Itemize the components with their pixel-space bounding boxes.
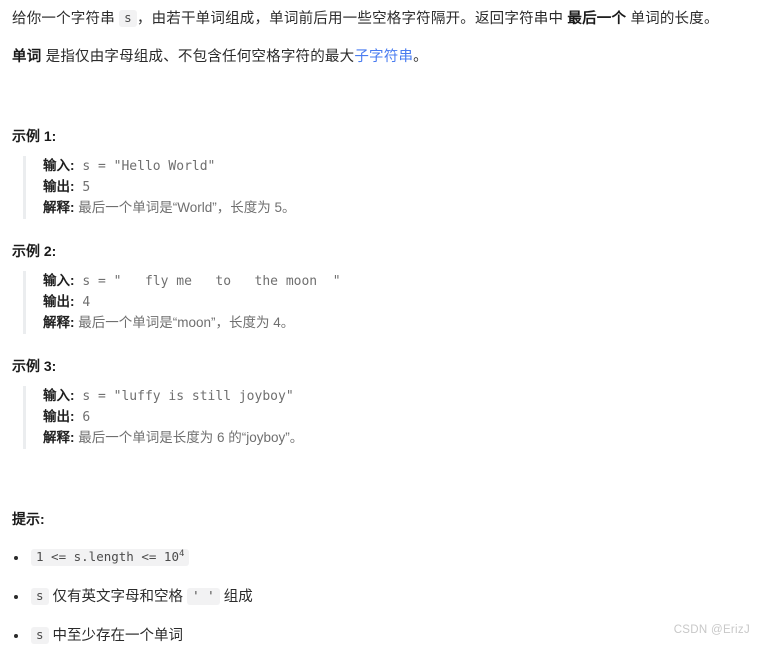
example-3-explain-label: 解释: [43, 430, 75, 445]
example-1-input-label: 输入: [43, 158, 75, 173]
desc-p1-suffix: 单词的长度。 [626, 11, 719, 27]
example-2-input-label: 输入: [43, 273, 75, 288]
description-paragraph-2: 单词 是指仅由字母组成、不包含任何空格字符的最大子字符串。 [12, 44, 748, 70]
problem-page: 给你一个字符串 s ，由若干单词组成，单词前后用一些空格字符隔开。返回字符串中 最… [0, 0, 760, 647]
example-1-block: 输入: s = "Hello World" 输出: 5 解释: 最后一个单词是“… [23, 156, 748, 219]
hint-2-text-end: 组成 [219, 589, 253, 605]
description-paragraph-1: 给你一个字符串 s ，由若干单词组成，单词前后用一些空格字符隔开。返回字符串中 最… [12, 6, 748, 32]
hint-3-code-s: s [31, 627, 49, 644]
example-3-output-value: 6 [74, 410, 91, 425]
example-1-explain-line: 解释: 最后一个单词是“World”，长度为 5。 [43, 198, 748, 219]
example-3-block: 输入: s = "luffy is still joyboy" 输出: 6 解释… [23, 386, 748, 449]
example-1-heading: 示例 1: [12, 128, 57, 144]
hint-item-2: s 仅有英文字母和空格 ' ' 组成 [12, 586, 748, 608]
example-3-input-value: s = "luffy is still joyboy" [74, 389, 294, 404]
example-1-output-line: 输出: 5 [43, 177, 748, 198]
example-2-heading: 示例 2: [12, 243, 57, 259]
desc-p1-bold: 最后一个 [567, 11, 627, 27]
example-1-output-value: 5 [74, 180, 91, 195]
example-2-output-line: 输出: 4 [43, 292, 748, 313]
desc-p2-middle: 是指仅由字母组成、不包含任何空格字符的最大 [41, 49, 355, 65]
hint-item-1: 1 <= s.length <= 104 [12, 547, 748, 569]
hints-heading: 提示: [12, 511, 45, 527]
hint-1-code-text: 1 <= s.length <= 10 [36, 549, 179, 564]
example-2-explain-label: 解释: [43, 315, 75, 330]
example-1-explain-label: 解释: [43, 200, 75, 215]
example-2-block: 输入: s = " fly me to the moon " 输出: 4 解释:… [23, 271, 748, 334]
example-1-explain-value: 最后一个单词是“World”，长度为 5。 [74, 200, 296, 215]
desc-p1-prefix: 给你一个字符串 [12, 11, 120, 27]
example-2-input-value: s = " fly me to the moon " [74, 274, 341, 289]
example-2-explain-line: 解释: 最后一个单词是“moon”，长度为 4。 [43, 313, 748, 334]
example-2-output-label: 输出: [43, 294, 75, 309]
hint-item-3: s 中至少存在一个单词 [12, 625, 748, 647]
hint-1-code-sup: 4 [179, 548, 185, 559]
inline-code-s: s [119, 10, 137, 27]
hints-list: 1 <= s.length <= 104 s 仅有英文字母和空格 ' ' 组成 … [12, 547, 748, 647]
example-3-input-line: 输入: s = "luffy is still joyboy" [43, 386, 748, 407]
example-3-explain-value: 最后一个单词是长度为 6 的“joyboy”。 [74, 430, 304, 445]
substring-link[interactable]: 子字符串 [354, 49, 413, 65]
example-1-output-label: 输出: [43, 179, 75, 194]
example-3-explain-line: 解释: 最后一个单词是长度为 6 的“joyboy”。 [43, 428, 748, 449]
desc-p2-bold: 单词 [12, 49, 42, 65]
example-3-heading: 示例 3: [12, 358, 57, 374]
example-3-output-line: 输出: 6 [43, 407, 748, 428]
desc-p2-suffix: 。 [413, 49, 428, 65]
hint-3-text: 中至少存在一个单词 [48, 628, 184, 644]
example-2-input-line: 输入: s = " fly me to the moon " [43, 271, 748, 292]
desc-p1-middle: ，由若干单词组成，单词前后用一些空格字符隔开。返回字符串中 [136, 11, 568, 27]
hint-2-code-space: ' ' [187, 588, 220, 605]
example-3-input-label: 输入: [43, 388, 75, 403]
example-3-output-label: 输出: [43, 409, 75, 424]
hint-2-text: 仅有英文字母和空格 [48, 589, 188, 605]
example-2-explain-value: 最后一个单词是“moon”，长度为 4。 [74, 315, 295, 330]
hint-1-code: 1 <= s.length <= 104 [31, 548, 190, 566]
example-1-input-value: s = "Hello World" [74, 159, 216, 174]
csdn-watermark: CSDN @ErizJ [673, 624, 750, 636]
example-2-output-value: 4 [74, 295, 91, 310]
hint-2-code-s: s [31, 588, 49, 605]
example-1-input-line: 输入: s = "Hello World" [43, 156, 748, 177]
